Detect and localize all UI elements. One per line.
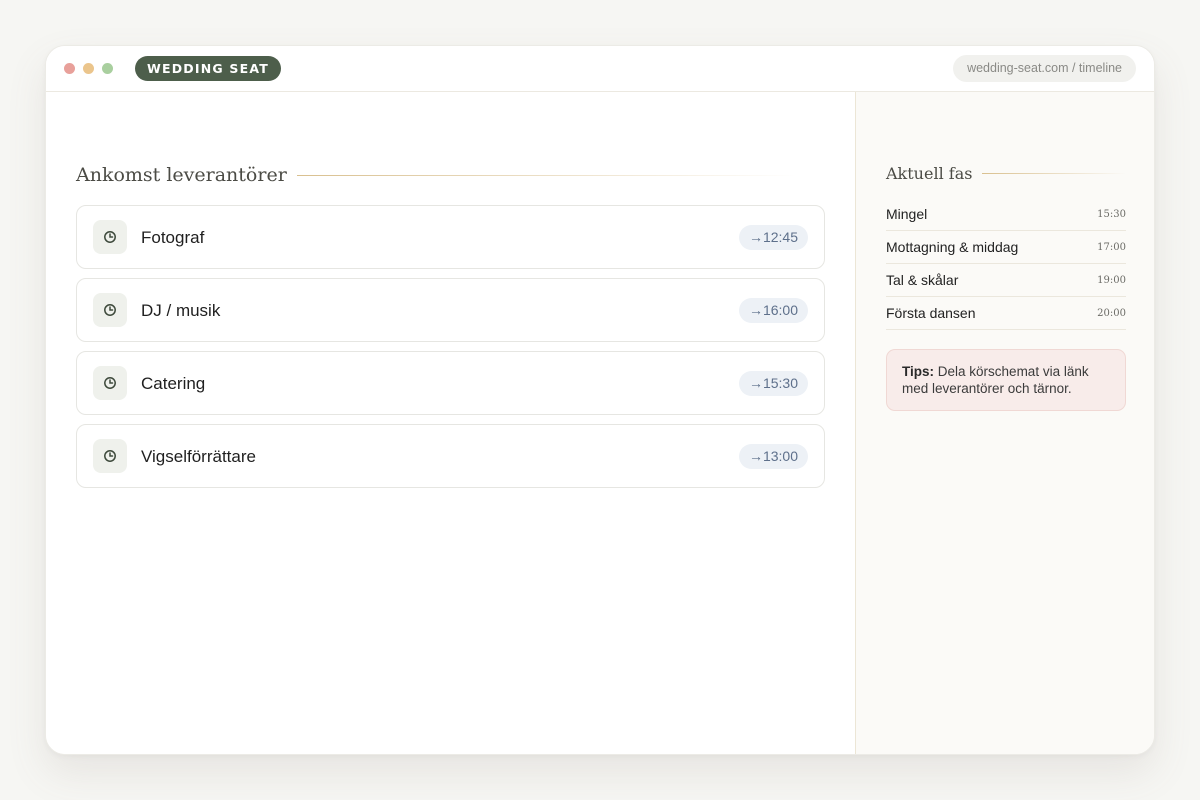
close-window-button[interactable] — [64, 63, 75, 74]
arrival-time-badge: →13:00 — [738, 444, 808, 469]
title-divider — [296, 174, 796, 176]
vendors-section-header: Ankomst leverantörer — [76, 164, 796, 186]
phase-item[interactable]: Mingel 15:30 — [886, 198, 1126, 231]
clock-icon — [93, 439, 127, 473]
phase-time: 19:00 — [1097, 274, 1126, 286]
vendors-title: Ankomst leverantörer — [76, 164, 287, 186]
phase-time: 15:30 — [1097, 208, 1126, 220]
phase-time: 20:00 — [1097, 307, 1126, 319]
arrival-time-badge: →15:30 — [738, 371, 808, 396]
vendor-card-fotograf[interactable]: Fotograf →12:45 — [76, 205, 825, 269]
vendor-name: DJ / musik — [141, 301, 221, 320]
vendor-card-vigselforrattare[interactable]: Vigselförrättare →13:00 — [76, 424, 825, 488]
brand-badge[interactable]: WEDDING SEAT — [135, 56, 281, 81]
phase-name: Tal & skålar — [886, 272, 959, 288]
phase-list: Mingel 15:30 Mottagning & middag 17:00 T… — [886, 198, 1126, 330]
phase-title: Aktuell fas — [886, 164, 973, 183]
app-window: WEDDING SEAT wedding-seat.com / timeline… — [45, 45, 1155, 755]
maximize-window-button[interactable] — [102, 63, 113, 74]
arrival-time-badge: →16:00 — [738, 298, 808, 323]
vendor-card-dj[interactable]: DJ / musik →16:00 — [76, 278, 825, 342]
main-panel: Ankomst leverantörer Fotograf →12:45 DJ … — [46, 92, 855, 754]
vendor-card-catering[interactable]: Catering →15:30 — [76, 351, 825, 415]
title-divider — [982, 173, 1126, 174]
vendor-name: Catering — [141, 374, 206, 393]
phase-item[interactable]: Första dansen 20:00 — [886, 297, 1126, 330]
phase-name: Mingel — [886, 206, 928, 222]
clock-icon — [93, 293, 127, 327]
url-bar[interactable]: wedding-seat.com / timeline — [953, 55, 1136, 82]
title-bar: WEDDING SEAT wedding-seat.com / timeline — [46, 46, 1154, 92]
vendor-name: Vigselförrättare — [141, 447, 256, 466]
vendor-list: Fotograf →12:45 DJ / musik →16:00 Cateri… — [76, 205, 825, 497]
phase-time: 17:00 — [1097, 241, 1126, 253]
minimize-window-button[interactable] — [83, 63, 94, 74]
phase-item[interactable]: Tal & skålar 19:00 — [886, 264, 1126, 297]
side-panel: Aktuell fas Mingel 15:30 Mottagning & mi… — [855, 92, 1154, 754]
phase-name: Mottagning & middag — [886, 239, 1019, 255]
clock-icon — [93, 220, 127, 254]
vendor-name: Fotograf — [141, 228, 205, 247]
phase-name: Första dansen — [886, 305, 976, 321]
arrival-time-badge: →12:45 — [738, 225, 808, 250]
tip-box: Tips: Dela körschemat via länk med lever… — [886, 349, 1126, 411]
phase-section-header: Aktuell fas — [886, 164, 1126, 183]
clock-icon — [93, 366, 127, 400]
tip-label: Tips: — [902, 364, 935, 379]
phase-item[interactable]: Mottagning & middag 17:00 — [886, 231, 1126, 264]
